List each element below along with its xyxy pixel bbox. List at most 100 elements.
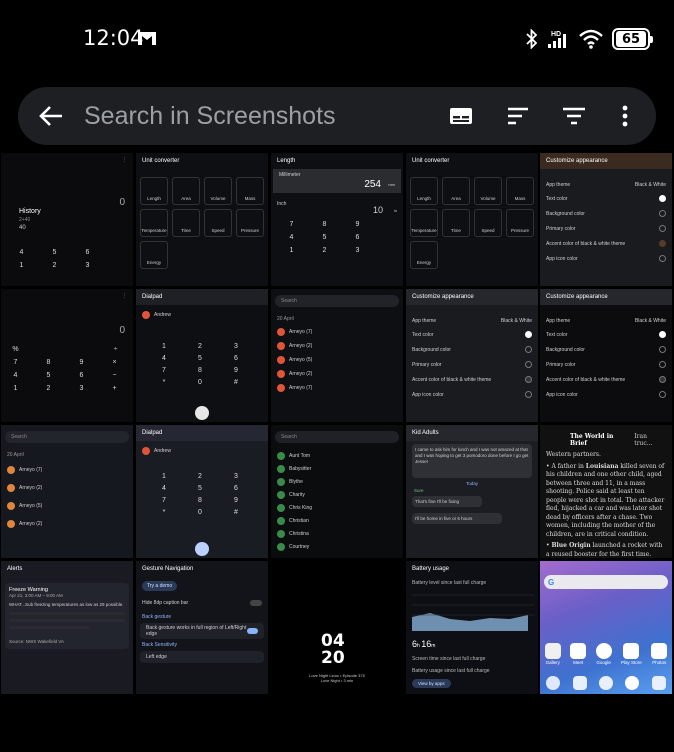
calc-key: 5 xyxy=(46,372,51,379)
unit-tile: Volume xyxy=(204,177,232,205)
calc-key: 6 xyxy=(85,249,90,256)
app-label: Play Store xyxy=(621,660,642,665)
screenshot-thumbnail[interactable]: The World in Brief Iran truc... Western p… xyxy=(540,425,672,558)
screenshot-thumbnail[interactable]: Search Aunt Tom Babysitter Blythe Charit… xyxy=(271,425,403,558)
dial-key: 5 xyxy=(198,355,202,362)
contact-name: Babysitter xyxy=(289,465,312,472)
unit-tile: Length xyxy=(140,177,168,205)
history-expr: 2+40 xyxy=(19,217,31,223)
battery-subtitle: Battery level since last full charge xyxy=(412,580,487,586)
app-label: Google xyxy=(596,660,611,665)
screenshot-thumbnail[interactable]: 04 20 Love Night Linux • Episode 375 Lov… xyxy=(271,561,403,694)
screenshot-thumbnail[interactable]: Gesture Navigation Try a demo Hide 8dp c… xyxy=(136,561,268,694)
chat-bubble: I came to ask him for lunch and I was no… xyxy=(412,444,532,478)
thumb-search-field: Search xyxy=(275,431,399,443)
news-title-tail: Iran truc... xyxy=(634,433,653,447)
setting-label: Background color xyxy=(546,210,585,217)
num-key: 3 xyxy=(355,247,360,254)
screenshot-thumbnail[interactable]: Customize appearance App theme Black & Wh… xyxy=(406,289,538,422)
num-key: 5 xyxy=(322,234,327,241)
filter-icon[interactable] xyxy=(561,103,587,129)
dial-key: 7 xyxy=(162,367,166,374)
unit-tile: Length xyxy=(410,177,438,205)
dial-key: 1 xyxy=(162,473,166,480)
calc-key: 3 xyxy=(85,262,90,269)
chat-bubble: That's fine I'll be fixing xyxy=(412,496,482,507)
screenshot-thumbnail[interactable]: Kid Adults I came to ask him for lunch a… xyxy=(406,425,538,558)
message-sender: Arneyo (5) xyxy=(19,503,43,509)
color-swatch xyxy=(525,346,532,353)
bluetooth-icon xyxy=(526,29,538,49)
color-swatch xyxy=(659,346,666,353)
message-sender: Arneyo (2) xyxy=(19,521,43,527)
value-to: 10 xyxy=(372,205,383,215)
color-swatch xyxy=(525,391,532,398)
alert-source: Source: NWS Wakefield VA xyxy=(9,639,65,644)
screenshot-thumbnail[interactable]: Unit converter Length Area Volume Mass Temp… xyxy=(406,153,538,286)
screenshot-thumbnail[interactable]: ⋮ 0 History 2+40 40 456 123 xyxy=(1,153,133,286)
contact-name: Christina xyxy=(289,530,309,537)
dial-key: 4 xyxy=(162,355,166,362)
calc-key: 2 xyxy=(52,262,57,269)
screenshot-thumbnail[interactable]: Dialpad Andrew 1 2 3 4 5 6 7 8 9 * 0 # xyxy=(136,289,268,422)
status-bar: 12:04 HD 65 xyxy=(0,0,674,78)
color-swatch xyxy=(659,255,666,262)
screenshot-thumbnail[interactable]: Search 20 April Arneyo (7) Arneyo (2) Ar… xyxy=(1,425,133,558)
unit-tile: Pressure xyxy=(236,209,264,237)
screenshot-thumbnail[interactable]: ⋮ 0 % ÷ 7 8 9 × 4 5 6− 1 2 3 + xyxy=(1,289,133,422)
color-swatch xyxy=(525,331,532,338)
setting-label: Accent color of black & white theme xyxy=(412,376,492,383)
unit-tile: Speed xyxy=(474,209,502,237)
news-title: The World in Brief xyxy=(570,433,614,447)
color-swatch xyxy=(659,361,666,368)
thumb-search-field: Search xyxy=(5,431,129,443)
message-sender: Arneyo (2) xyxy=(289,371,313,377)
caption-icon[interactable] xyxy=(448,103,474,129)
dial-key: 7 xyxy=(162,497,166,504)
back-arrow-icon[interactable] xyxy=(38,103,64,129)
screenshot-thumbnail[interactable]: G Gallery Meet Google Play Store Photos xyxy=(540,561,672,694)
news-article: Western partners. • A father in Louisian… xyxy=(540,451,672,558)
setting-label: Text color xyxy=(546,195,568,202)
calc-key: + xyxy=(112,385,117,392)
setting-label: Text color xyxy=(412,331,434,338)
unit-to-short: in xyxy=(393,208,397,213)
calc-key: × xyxy=(112,359,117,366)
color-swatch xyxy=(525,376,532,383)
screenshot-thumbnail[interactable]: Customize appearance App theme Black & Wh… xyxy=(540,153,672,286)
news-text: A father in xyxy=(551,462,586,470)
screenshot-grid: ⋮ 0 History 2+40 40 456 123 Unit convert… xyxy=(1,153,674,695)
app-icon xyxy=(572,676,587,690)
screenshot-thumbnail[interactable]: Unit converter Length Area Volume Mass Temp… xyxy=(136,153,268,286)
contact-name: Christian xyxy=(289,517,309,524)
screenshot-thumbnail[interactable]: Alerts Freeze Warning Apr 21, 3:00 AM – … xyxy=(1,561,133,694)
chat-bubble: I'll be home in five or 6 hours xyxy=(412,513,502,524)
contact-name: Andrew xyxy=(154,312,171,318)
calc-display: 0 xyxy=(119,325,125,336)
num-key: 6 xyxy=(355,234,360,241)
screenshot-thumbnail[interactable]: Dialpad Andrew 1 2 3 4 5 6 7 8 9 * 0 # xyxy=(136,425,268,558)
color-swatch xyxy=(659,210,666,217)
chrome-app-icon xyxy=(625,676,640,690)
message-sender: Arneyo (5) xyxy=(289,357,313,363)
screen-time-minutes: 16 xyxy=(421,639,432,649)
message-sender: Arneyo (2) xyxy=(289,343,313,349)
setting-label: Text color xyxy=(546,331,568,338)
unit-tile: Mass xyxy=(236,177,264,205)
battery-chart xyxy=(412,594,534,631)
unit-tile: Temperature xyxy=(140,209,168,237)
screenshot-thumbnail[interactable]: Customize appearance App theme Black & Wh… xyxy=(540,289,672,422)
app-label: Meet xyxy=(573,660,584,665)
sort-icon[interactable] xyxy=(505,103,531,129)
calc-key: 4 xyxy=(13,372,18,379)
search-input[interactable] xyxy=(84,99,414,133)
screenshot-thumbnail[interactable]: Battery usage Battery level since last f… xyxy=(406,561,538,694)
unit-tile: Area xyxy=(442,177,470,205)
more-vert-icon[interactable] xyxy=(612,103,638,129)
call-button-icon xyxy=(195,406,209,420)
battery-level: 65 xyxy=(616,31,646,47)
unit-tile: Time xyxy=(172,209,200,237)
screenshot-thumbnail[interactable]: Search 20 April Arneyo (7) Arneyo (2) Ar… xyxy=(271,289,403,422)
news-text: Blue Origin xyxy=(551,542,591,549)
screenshot-thumbnail[interactable]: Length Millimeter 254 mm Inch 10 in 789 … xyxy=(271,153,403,286)
